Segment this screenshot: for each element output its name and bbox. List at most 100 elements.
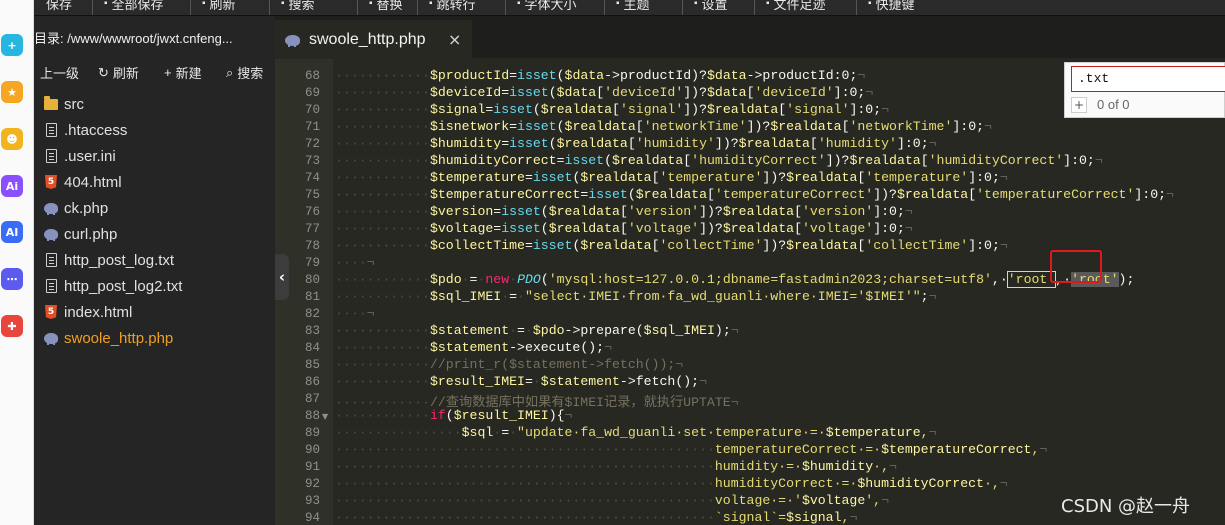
ai-app-icon[interactable]: Ai <box>1 175 23 197</box>
code-token: $pdo <box>532 323 565 338</box>
code-line: ············$signal=isset($realdata['sig… <box>335 102 889 119</box>
code-line: ············$version=isset($realdata['ve… <box>335 204 913 221</box>
toolbar-refresh-button[interactable]: ▪ 刷新 <box>202 0 236 12</box>
toolbar-search-button[interactable]: ▪ 搜索 <box>281 0 315 12</box>
code-token: voltage·=·' <box>714 493 802 508</box>
toolbar-font-size-button[interactable]: ▪ 字体大小 <box>517 0 577 12</box>
game-app-icon[interactable]: ✚ <box>1 315 23 337</box>
file-name: http_post_log2.txt <box>64 277 183 295</box>
toolbar-replace-button[interactable]: ▪ 替换 <box>369 0 403 12</box>
code-area[interactable]: ············$productId=isset($data->prod… <box>335 59 1225 525</box>
code-token: ¬ <box>366 255 375 270</box>
code-token: isset <box>532 170 573 185</box>
code-token: $signal <box>429 102 486 117</box>
code-token: ( <box>540 221 549 236</box>
toolbar-label: 文件足迹 <box>773 0 826 12</box>
file-item[interactable]: 5 404.html <box>34 169 275 195</box>
goto-line-icon: ▪ <box>429 0 433 9</box>
new-file-button[interactable]: + 新建 <box>164 63 202 82</box>
code-token: ])? <box>825 153 850 168</box>
code-token: 'root' <box>1006 271 1057 288</box>
code-token: ¬ <box>699 374 707 389</box>
ai-blue-app-icon[interactable]: AI <box>1 221 23 243</box>
file-item[interactable]: src <box>34 91 275 117</box>
current-directory-path: 目录: /www/wwwroot/jwxt.cnfeng... <box>34 31 233 46</box>
robot-app-icon[interactable]: ☻ <box>1 128 23 150</box>
expand-replace-button[interactable]: + <box>1071 97 1087 113</box>
file-item[interactable]: ck.php <box>34 195 275 221</box>
file-item[interactable]: http_post_log2.txt <box>34 273 275 299</box>
toolbar-settings-button[interactable]: ▪ 设置 <box>694 0 728 12</box>
code-token: ]:0; <box>873 204 905 219</box>
line-number: 90 <box>304 443 320 457</box>
tab-swoole-http[interactable]: swoole_http.php × <box>275 20 472 58</box>
code-token: ¬ <box>904 221 913 236</box>
star-app-icon[interactable]: ★ <box>1 81 23 103</box>
code-token: = <box>501 85 510 100</box>
code-token: productId)? <box>619 68 707 83</box>
code-token: [ <box>746 85 755 100</box>
code-token: ············ <box>335 170 430 185</box>
toolbar-save-all-button[interactable]: ▪ 全部保存 <box>104 0 164 12</box>
chevron-left-icon: ‹ <box>278 268 286 286</box>
file-item[interactable]: 5 index.html <box>34 299 275 325</box>
code-token: $realdata <box>722 221 795 236</box>
file-item[interactable]: curl.php <box>34 221 275 247</box>
code-token: ············ <box>335 153 430 168</box>
line-number: 77 <box>304 222 320 236</box>
code-token: ])? <box>762 238 787 253</box>
file-name: .htaccess <box>64 121 128 139</box>
code-token: ¬ <box>928 425 937 440</box>
code-token: ········································… <box>335 442 715 457</box>
code-token: $realdata <box>564 119 636 134</box>
collapse-sidebar-button[interactable]: ‹ <box>275 254 289 300</box>
code-token: $version <box>429 204 494 219</box>
code-token: ]:0; <box>1063 153 1095 168</box>
code-token: ¬ <box>366 306 375 321</box>
code-token: PDO <box>517 272 541 287</box>
toolbar-label: 全部保存 <box>111 0 164 12</box>
code-token: · <box>501 289 510 304</box>
code-line: ············$collectTime=isset($realdata… <box>335 238 1008 255</box>
toolbar-theme-button[interactable]: ▪ 主题 <box>616 0 650 12</box>
code-token: ···· <box>335 255 367 270</box>
close-tab-icon[interactable]: × <box>448 30 461 49</box>
code-token: isset <box>517 68 557 83</box>
toolbar-goto-line-button[interactable]: ▪ 跳转行 <box>429 0 476 12</box>
code-line: ············$temperatureCorrect=isset($r… <box>335 187 1174 204</box>
code-token: ············ <box>335 204 430 219</box>
find-input[interactable]: .txt <box>1071 66 1225 92</box>
code-token: ¬ <box>849 510 858 525</box>
code-token: $temperatureCorrect <box>429 187 581 202</box>
code-token: 'humidity' <box>817 136 897 151</box>
line-number: 88 <box>304 409 320 423</box>
code-token: $sql_IMEI <box>429 289 502 304</box>
code-token: ( <box>540 204 549 219</box>
code-token: $data <box>707 68 747 83</box>
file-item[interactable]: swoole_http.php <box>34 325 275 351</box>
search-tree-button[interactable]: ⌕ 搜索 <box>226 63 263 82</box>
code-token: [ <box>968 187 977 202</box>
file-item[interactable]: .user.ini <box>34 143 275 169</box>
code-token: ])? <box>746 119 771 134</box>
code-token: ¬ <box>999 238 1008 253</box>
chat-app-icon[interactable]: ⋯ <box>1 268 23 290</box>
code-token: //print_r($statement->fetch()); <box>429 357 676 372</box>
code-token: [ <box>635 119 644 134</box>
fold-arrow-icon[interactable]: ▼ <box>322 412 328 421</box>
file-item[interactable]: .htaccess <box>34 117 275 143</box>
toolbar-save-button[interactable]: 保存 <box>42 0 72 12</box>
code-token: isset <box>493 102 533 117</box>
code-line: ············$sql_IMEI·=·"select·IMEI·fro… <box>335 289 937 306</box>
code-line: ············$humidity=isset($realdata['h… <box>335 136 937 153</box>
plus-app-icon[interactable]: + <box>1 34 23 56</box>
go-up-button[interactable]: 上一级 <box>40 63 79 82</box>
code-token: ( <box>548 136 557 151</box>
code-token: ', <box>865 493 882 508</box>
toolbar-footprint-button[interactable]: ▪ 文件足迹 <box>766 0 826 12</box>
code-token: ; <box>920 289 929 304</box>
code-token: , <box>920 425 929 440</box>
refresh-tree-button[interactable]: ↻ 刷新 <box>98 63 139 82</box>
toolbar-keyboard-button[interactable]: ▪ 快捷键 <box>868 0 915 12</box>
file-item[interactable]: http_post_log.txt <box>34 247 275 273</box>
